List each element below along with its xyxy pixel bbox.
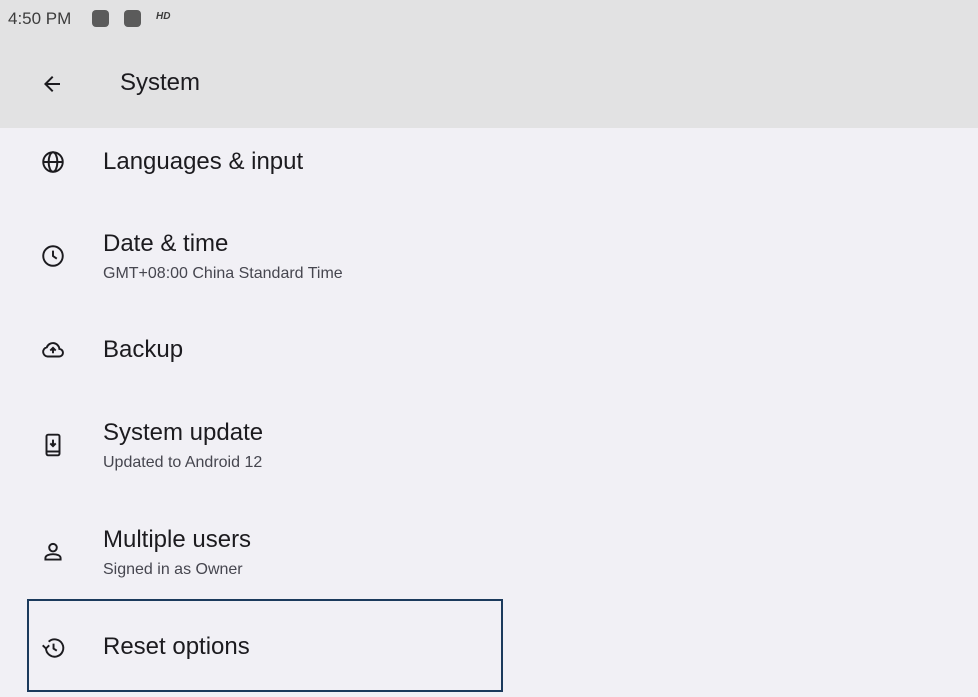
arrow-back-icon [40,72,64,96]
settings-item-languages-input[interactable]: Languages & input [0,128,978,198]
clock-icon [40,243,66,269]
restore-icon [40,635,66,661]
system-update-icon [40,432,66,458]
status-bar: 4:50 PM HD [0,0,978,36]
hd-badge: HD [156,11,171,22]
app-bar: System [0,36,978,128]
settings-item-subtitle: GMT+08:00 China Standard Time [103,265,343,282]
status-time: 4:50 PM [8,9,72,28]
settings-item-title: Backup [103,336,184,363]
notification-icon [124,10,141,27]
settings-item-title: Date & time [103,230,229,257]
globe-icon [40,149,66,175]
back-button[interactable] [28,60,76,108]
settings-item-date-time[interactable]: Date & time GMT+08:00 China Standard Tim… [0,214,978,298]
settings-item-title: Multiple users [103,526,252,553]
settings-item-title: Languages & input [103,148,304,175]
notification-icon [92,10,109,27]
person-icon [40,539,66,565]
settings-item-title: Reset options [103,633,250,660]
settings-item-system-update[interactable]: System update Updated to Android 12 [0,403,978,487]
settings-item-title: System update [103,419,264,446]
settings-item-reset-options[interactable]: Reset options [0,608,978,688]
settings-item-backup[interactable]: Backup [0,316,978,386]
settings-item-subtitle: Signed in as Owner [103,561,243,578]
settings-item-subtitle: Updated to Android 12 [103,454,263,471]
settings-item-multiple-users[interactable]: Multiple users Signed in as Owner [0,510,978,594]
page-title: System [120,69,201,96]
cloud-upload-icon [40,337,66,363]
